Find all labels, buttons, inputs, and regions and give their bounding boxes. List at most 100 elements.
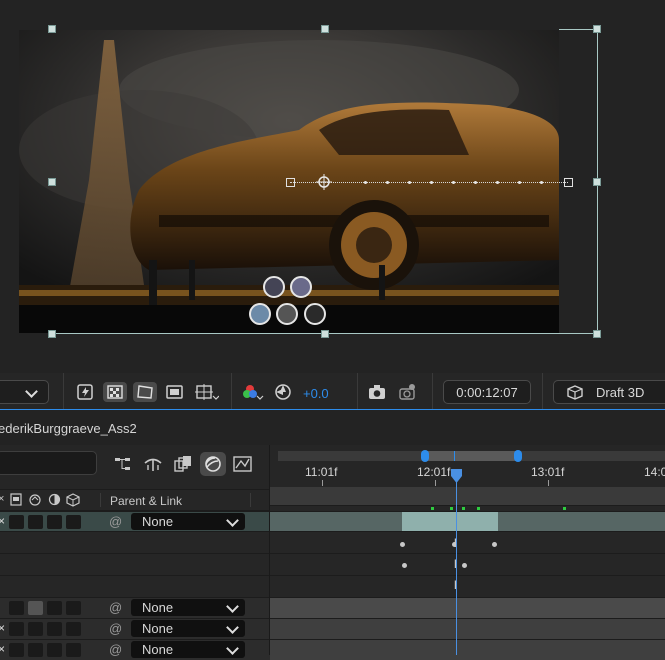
anchor-point-icon[interactable] bbox=[316, 174, 332, 190]
layer-duration-bar[interactable] bbox=[270, 618, 665, 639]
transform-handle-top[interactable] bbox=[321, 25, 329, 33]
switch-box[interactable] bbox=[9, 515, 24, 529]
layer-bounds-top bbox=[559, 29, 597, 30]
guides-icon[interactable] bbox=[193, 382, 220, 402]
timeline-graph[interactable]: 11:01f 12:01f 13:01f 14:0 I I I bbox=[270, 445, 665, 660]
composition-flowchart-icon[interactable] bbox=[113, 455, 135, 478]
transform-handle-top-left[interactable] bbox=[48, 25, 56, 33]
pick-whip-icon[interactable]: @ bbox=[109, 621, 122, 636]
switch-box[interactable] bbox=[47, 515, 62, 529]
time-ruler[interactable]: 11:01f 12:01f 13:01f 14:0 bbox=[270, 462, 665, 486]
navigator-end-handle[interactable] bbox=[514, 450, 522, 462]
motion-blur-icon[interactable] bbox=[200, 452, 226, 476]
playhead-line bbox=[456, 475, 457, 655]
pick-whip-icon[interactable]: @ bbox=[109, 600, 122, 615]
layer-duration-segment[interactable] bbox=[402, 512, 498, 531]
layer-search-input[interactable] bbox=[0, 451, 97, 475]
keyframe[interactable] bbox=[492, 542, 497, 547]
draft-3d-icon[interactable] bbox=[142, 455, 164, 478]
switch-box[interactable] bbox=[66, 601, 81, 615]
layer-row[interactable]: × @ None bbox=[0, 639, 270, 660]
timeline-panel-header: ederikBurggraeve_Ass2 bbox=[0, 410, 665, 446]
3d-renderer-button[interactable]: Draft 3D bbox=[553, 380, 665, 404]
3d-renderer-label: Draft 3D bbox=[596, 385, 645, 400]
property-row bbox=[0, 553, 270, 575]
layer-panel: × Parent & Link × @ None @ None × @ None… bbox=[0, 445, 270, 660]
current-time-display[interactable]: 0:00:12:07 bbox=[443, 380, 531, 404]
keyframe-row bbox=[270, 575, 665, 597]
view-sphere-icon-3[interactable] bbox=[304, 303, 326, 325]
composition-tab[interactable]: ederikBurggraeve_Ass2 bbox=[0, 421, 137, 436]
viewer-toolbar: +0.0 0:00:12:07 Draft 3D bbox=[0, 373, 665, 411]
pick-whip-icon[interactable]: @ bbox=[109, 514, 122, 529]
region-of-interest-icon[interactable] bbox=[133, 382, 157, 402]
motion-path-start-keyframe[interactable] bbox=[286, 178, 295, 187]
switch-box[interactable] bbox=[9, 622, 24, 636]
switch-box[interactable] bbox=[66, 622, 81, 636]
keyframe-row bbox=[270, 553, 665, 575]
reset-exposure-icon[interactable] bbox=[272, 382, 294, 402]
layer-duration-bar[interactable] bbox=[270, 639, 665, 660]
ruler-label: 13:01f bbox=[531, 465, 565, 479]
switch-box[interactable] bbox=[47, 622, 62, 636]
switch-box[interactable] bbox=[28, 622, 43, 636]
transform-handle-right[interactable] bbox=[593, 178, 601, 186]
property-row bbox=[0, 575, 270, 597]
layer-columns-header: × Parent & Link bbox=[0, 489, 270, 511]
time-navigator-range[interactable] bbox=[425, 451, 518, 461]
property-row bbox=[0, 531, 270, 553]
adjustment-layer-icon bbox=[48, 493, 61, 511]
transform-handle-bottom[interactable] bbox=[321, 330, 329, 338]
ruler-label: 14:0 bbox=[644, 465, 665, 479]
switch-box[interactable] bbox=[47, 601, 62, 615]
chevron-down-icon bbox=[226, 642, 239, 655]
layer-row[interactable]: × @ None bbox=[0, 511, 270, 531]
effects-icon bbox=[28, 493, 42, 512]
keyframe[interactable] bbox=[400, 542, 405, 547]
motion-path-end-keyframe[interactable] bbox=[564, 178, 573, 187]
layer-duration-bar[interactable] bbox=[270, 597, 665, 618]
transform-handle-bottom-left[interactable] bbox=[48, 330, 56, 338]
graph-editor-icon[interactable] bbox=[232, 455, 254, 478]
composition-viewer[interactable] bbox=[0, 0, 665, 373]
exposure-value[interactable]: +0.0 bbox=[303, 386, 329, 401]
magnification-dropdown[interactable] bbox=[0, 380, 49, 404]
navigator-start-handle[interactable] bbox=[421, 450, 429, 462]
parent-dropdown[interactable]: None bbox=[131, 641, 245, 658]
orbit-gizmo-icon[interactable] bbox=[263, 276, 285, 298]
switch-x-icon: × bbox=[0, 493, 5, 505]
switch-box[interactable] bbox=[66, 515, 81, 529]
ruler-label: 12:01f bbox=[417, 465, 451, 479]
parent-dropdown[interactable]: None bbox=[131, 620, 245, 637]
keyframe[interactable] bbox=[402, 563, 407, 568]
switch-box[interactable] bbox=[28, 515, 43, 529]
keyframe[interactable] bbox=[462, 563, 467, 568]
transparency-grid-icon[interactable] bbox=[103, 382, 127, 402]
ruler-label: 11:01f bbox=[305, 465, 338, 479]
parent-dropdown[interactable]: None bbox=[131, 599, 245, 616]
orbit-gizmo-icon-2[interactable] bbox=[290, 276, 312, 298]
motion-blur-switch[interactable] bbox=[28, 601, 43, 615]
transform-handle-left[interactable] bbox=[48, 178, 56, 186]
chevron-down-icon bbox=[226, 621, 239, 634]
transform-handle-top-right[interactable] bbox=[593, 25, 601, 33]
collapse-transform-icon bbox=[10, 493, 22, 511]
parent-dropdown[interactable]: None bbox=[131, 513, 245, 530]
switch-box[interactable] bbox=[9, 601, 24, 615]
mask-visibility-icon[interactable] bbox=[164, 382, 186, 402]
layer-row[interactable]: × @ None bbox=[0, 618, 270, 639]
frame-blending-icon[interactable] bbox=[172, 455, 194, 478]
view-sphere-icon-2[interactable] bbox=[276, 303, 298, 325]
parent-link-column-header[interactable]: Parent & Link bbox=[110, 494, 182, 508]
chevron-down-icon bbox=[226, 514, 239, 527]
view-sphere-icon[interactable] bbox=[249, 303, 271, 325]
work-area-bar[interactable] bbox=[270, 487, 665, 505]
snapshot-icon[interactable] bbox=[366, 382, 388, 402]
transform-handle-bottom-right[interactable] bbox=[593, 330, 601, 338]
3d-layer-icon bbox=[66, 493, 80, 512]
playhead-handle[interactable] bbox=[451, 469, 462, 483]
fast-preview-icon[interactable] bbox=[75, 382, 97, 402]
channel-color-icon[interactable] bbox=[240, 382, 264, 402]
layer-row[interactable]: @ None bbox=[0, 597, 270, 618]
show-snapshot-icon[interactable] bbox=[396, 382, 420, 402]
